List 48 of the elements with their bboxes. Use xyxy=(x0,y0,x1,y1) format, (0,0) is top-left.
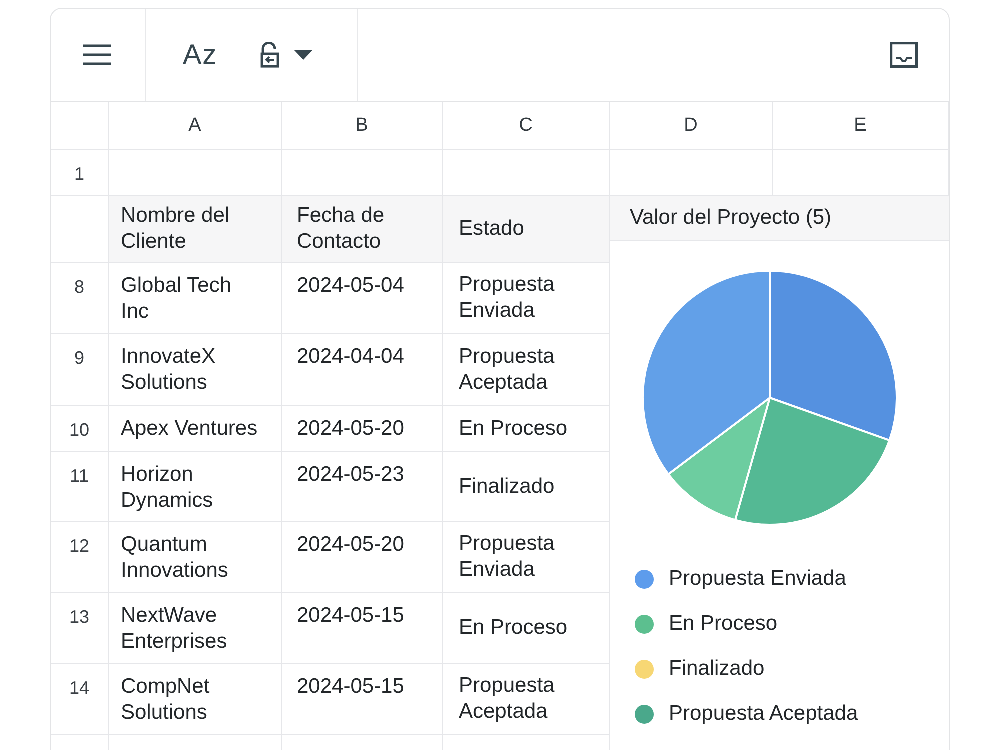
table-cell: 2024-05-04 xyxy=(282,263,443,334)
tray-icon[interactable] xyxy=(890,42,918,68)
table-cell: Propuesta Aceptada xyxy=(443,664,610,735)
table-cell: Horizon Dynamics xyxy=(109,452,282,522)
sort-button[interactable]: Az xyxy=(183,39,218,71)
row-number: 12 xyxy=(51,522,109,593)
row-number: 11 xyxy=(51,452,109,522)
table-cell: En Proceso xyxy=(443,406,610,452)
table-cell: Propuesta Aceptada xyxy=(443,334,610,406)
table-cell: 2024-05-15 xyxy=(282,593,443,664)
table-cell: Propuesta Enviada xyxy=(443,263,610,334)
column-header[interactable]: B xyxy=(282,102,443,150)
table-cell: 2024-04-04 xyxy=(282,334,443,406)
table-cell: 2024-05-15 xyxy=(282,664,443,735)
column-header[interactable]: D xyxy=(610,102,773,150)
chart-title: Valor del Proyecto (5) xyxy=(610,196,949,241)
table-cell: Apex Ventures xyxy=(109,406,282,452)
table-cell: NextWave Enterprises xyxy=(109,593,282,664)
column-header[interactable]: A xyxy=(109,102,282,150)
table-cell: CompNet Solutions xyxy=(109,664,282,735)
row-number: 1 xyxy=(51,150,109,196)
corner-cell[interactable] xyxy=(51,102,109,150)
row-number: 14 xyxy=(51,664,109,735)
caret-icon[interactable] xyxy=(294,50,313,60)
menu-icon[interactable] xyxy=(83,44,111,66)
table-cell: Finalizado xyxy=(443,452,610,522)
table-cell: InnovateX Solutions xyxy=(109,334,282,406)
legend-label: Propuesta Enviada xyxy=(669,566,846,592)
column-title: Fecha de Contacto xyxy=(282,196,443,263)
column-header[interactable]: C xyxy=(443,102,610,150)
legend-label: Propuesta Aceptada xyxy=(669,701,858,727)
table-cell: 2024-05-20 xyxy=(282,406,443,452)
legend-label: Finalizado xyxy=(669,656,765,682)
row-number: 8 xyxy=(51,263,109,334)
row-number: 10 xyxy=(51,406,109,452)
column-title: Nombre del Cliente xyxy=(109,196,282,263)
column-header[interactable]: E xyxy=(773,102,949,150)
column-title: Estado xyxy=(443,196,610,263)
row-number: 13 xyxy=(51,593,109,664)
row-number: 9 xyxy=(51,334,109,406)
table-cell: Quantum Innovations xyxy=(109,522,282,593)
table-cell: Propuesta Enviada xyxy=(443,522,610,593)
table-cell: 2024-05-23 xyxy=(282,452,443,522)
legend-label: En Proceso xyxy=(669,611,778,637)
table-cell: Global Tech Inc xyxy=(109,263,282,334)
padlock-icon[interactable] xyxy=(258,42,281,68)
table-cell: En Proceso xyxy=(443,593,610,664)
table-cell: 2024-05-20 xyxy=(282,522,443,593)
